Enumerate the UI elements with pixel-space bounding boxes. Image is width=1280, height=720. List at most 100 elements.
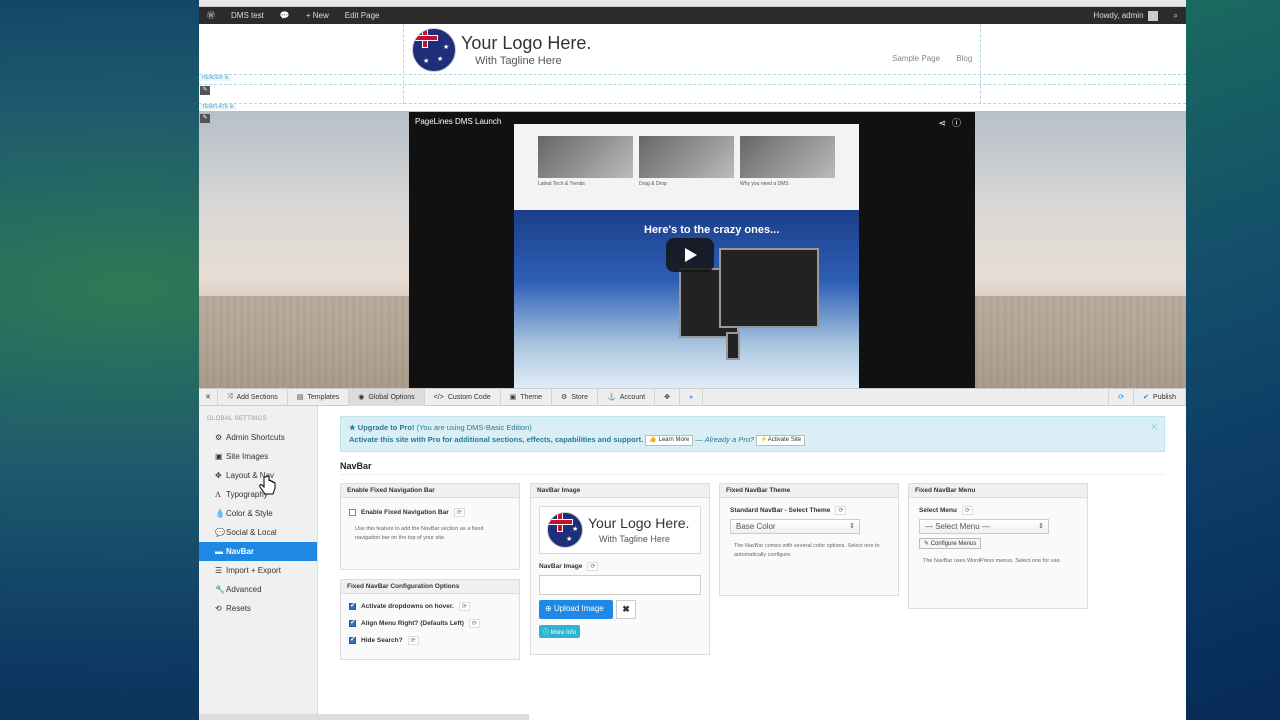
nav-link-blog[interactable]: Blog (956, 54, 972, 63)
info-icon[interactable]: ⓘ (952, 118, 967, 128)
site-name-link[interactable]: DMS test (223, 7, 272, 24)
publish-button[interactable]: ✔ Publish (1134, 388, 1186, 406)
sidebar-item-navbar[interactable]: ▬ NavBar (199, 542, 317, 561)
comments-icon: 💬 (215, 528, 225, 537)
align-right-checkbox[interactable] (349, 618, 356, 627)
move-icon: ✥ (215, 471, 222, 480)
top-nav: Sample Page Blog (892, 54, 986, 63)
tab-store[interactable]: ⚙ Store (552, 388, 599, 406)
greeting: Howdy, admin (1093, 11, 1144, 20)
menu-select[interactable]: — Select Menu — (919, 519, 1049, 534)
refresh-icon[interactable]: ⟳ (458, 602, 470, 611)
hide-search-checkbox[interactable] (349, 635, 356, 644)
video-title: PageLines DMS Launch (415, 117, 502, 126)
new-label: New (312, 11, 329, 20)
panel-title: Fixed NavBar Theme (720, 484, 898, 498)
template-area-tag[interactable]: TEMPLATE ⚙ (200, 104, 236, 110)
sidebar-item-social-local[interactable]: 💬 Social & Local (199, 523, 317, 542)
field-label: Standard NavBar - Select Theme (730, 507, 831, 514)
field-label: Select Menu (919, 507, 957, 514)
nav-link-sample-page[interactable]: Sample Page (892, 54, 940, 63)
help-text: The NavBar uses WordPress menus. Select … (923, 558, 1062, 564)
account-menu[interactable]: Howdy, admin (1085, 7, 1165, 24)
refresh-icon[interactable]: ⟳ (835, 506, 847, 515)
refresh-icon[interactable]: ⟳ (468, 619, 480, 628)
refresh-icon[interactable]: ⟳ (453, 508, 465, 517)
bolt-icon: ⚡ (760, 436, 768, 443)
tab-add-sections[interactable]: ⤨ Add Sections (218, 388, 288, 406)
theme-select[interactable]: Base Color (730, 519, 860, 534)
more-info-button[interactable]: ⓘ More Info (539, 625, 581, 638)
thumb-caption: Why you need a DMS (740, 181, 789, 187)
document-icon: ▤ (296, 394, 304, 401)
dms-toolbar: ✕ ⤨ Add Sections ▤ Templates ◉ Global Optio… (199, 388, 1186, 406)
alert-message: Activate this site with Pro for addition… (349, 435, 644, 444)
pencil-icon[interactable]: ✎ (200, 114, 210, 123)
settings-main: ★ Upgrade to Pro! (You are using DMS-Bas… (319, 406, 1186, 720)
refresh-icon: ⟲ (215, 604, 222, 613)
sidebar-item-advanced[interactable]: 🔧 Advanced (199, 580, 317, 599)
thumbnail-image (639, 136, 734, 178)
panel-enable-fixed: Enable Fixed Navigation Bar Enable Fixed… (340, 483, 520, 570)
edit-icon: ✎ (924, 541, 930, 547)
logo-title: Your Logo Here. (461, 33, 592, 53)
sidebar-item-color-style[interactable]: 💧 Color & Style (199, 504, 317, 523)
remove-image-button[interactable]: ✖ (616, 600, 636, 619)
navbar-icon: ▬ (215, 547, 223, 556)
header-area-tag[interactable]: HEADER ⚙ (200, 75, 231, 81)
sidebar-item-admin-shortcuts[interactable]: ⚙ Admin Shortcuts (199, 428, 317, 447)
wordpress-icon[interactable]: Ⓦ (199, 7, 223, 24)
desktop-background (1186, 0, 1280, 720)
gear-icon: ⚙ (215, 433, 223, 442)
pencil-icon[interactable]: ✎ (200, 86, 210, 95)
comment-icon[interactable]: 💬 (272, 7, 298, 24)
phone-graphic (726, 332, 740, 360)
refresh-icon[interactable]: ⟳ (961, 506, 973, 515)
tab-account[interactable]: ⚓ Account (598, 388, 656, 406)
share-icon[interactable]: ⋖ (938, 118, 952, 128)
panel-navbar-image: NavBar Image ★ ★ Your Logo Here. With Ta… (530, 483, 710, 655)
sidebar-item-resets[interactable]: ⟲ Resets (199, 599, 317, 618)
new-button[interactable]: + New (298, 7, 337, 24)
upload-image-button[interactable]: ⊕ Upload Image (539, 600, 613, 619)
play-icon[interactable] (666, 238, 714, 272)
refresh-icon[interactable]: ⟳ (407, 636, 419, 645)
list-icon: ☰ (215, 566, 223, 575)
navbar-image-input[interactable] (539, 575, 701, 595)
monitor-graphic (719, 248, 819, 328)
thumb-caption: Latest Tech & Trends (538, 181, 585, 187)
tab-global-options[interactable]: ◉ Global Options (349, 388, 425, 406)
site-logo[interactable]: ★ ★ ★ Your Logo Here. With Tagline Here (412, 28, 591, 72)
configure-menus-button[interactable]: ✎ Configure Menus (919, 538, 982, 549)
close-icon[interactable]: ✕ (199, 388, 218, 406)
panel-title: Fixed NavBar Configuration Options (341, 580, 519, 594)
learn-more-button[interactable]: 👍 Learn More (645, 434, 694, 446)
status-strip (199, 714, 529, 720)
refresh-icon[interactable]: ⟳ (587, 562, 599, 571)
activate-site-button[interactable]: ⚡Activate Site (756, 434, 806, 446)
preview-logo-title: Your Logo Here. (588, 515, 690, 531)
navbar-image-preview: ★ ★ Your Logo Here. With Tagline Here (539, 506, 701, 554)
pagelines-icon[interactable]: ● (680, 388, 704, 406)
font-icon: A (215, 490, 221, 499)
close-icon[interactable]: ✕ (1150, 421, 1158, 433)
alert-heading: ★ Upgrade to Pro! (349, 423, 415, 432)
site-header: ★ ★ ★ Your Logo Here. With Tagline Here … (199, 24, 1186, 76)
move-icon[interactable]: ✥ (655, 388, 680, 406)
tab-custom-code[interactable]: </> Custom Code (425, 388, 501, 406)
tab-theme[interactable]: ▣ Theme (501, 388, 553, 406)
dropdown-hover-checkbox[interactable] (349, 601, 356, 610)
sidebar-heading: GLOBAL SETTINGS (207, 416, 267, 422)
sidebar-item-site-images[interactable]: ▣ Site Images (199, 447, 317, 466)
enable-fixed-checkbox[interactable] (349, 509, 356, 516)
thumb-caption: Drag & Drop (639, 181, 667, 187)
edit-page-link[interactable]: Edit Page (337, 7, 388, 24)
australia-flag-icon: ★ ★ ★ (412, 28, 456, 72)
upload-icon: ⊕ (545, 604, 552, 613)
refresh-icon[interactable]: ⟳ (1108, 388, 1135, 406)
video-player[interactable]: PageLines DMS Launch ⋖ⓘ Latest Tech & Tr… (409, 112, 975, 389)
search-icon[interactable]: ⌕ (1166, 7, 1186, 24)
sidebar-item-import-export[interactable]: ☰ Import + Export (199, 561, 317, 580)
tab-templates[interactable]: ▤ Templates (288, 388, 350, 406)
wp-admin-bar: Ⓦ DMS test 💬 + New Edit Page Howdy, admi… (199, 7, 1186, 24)
